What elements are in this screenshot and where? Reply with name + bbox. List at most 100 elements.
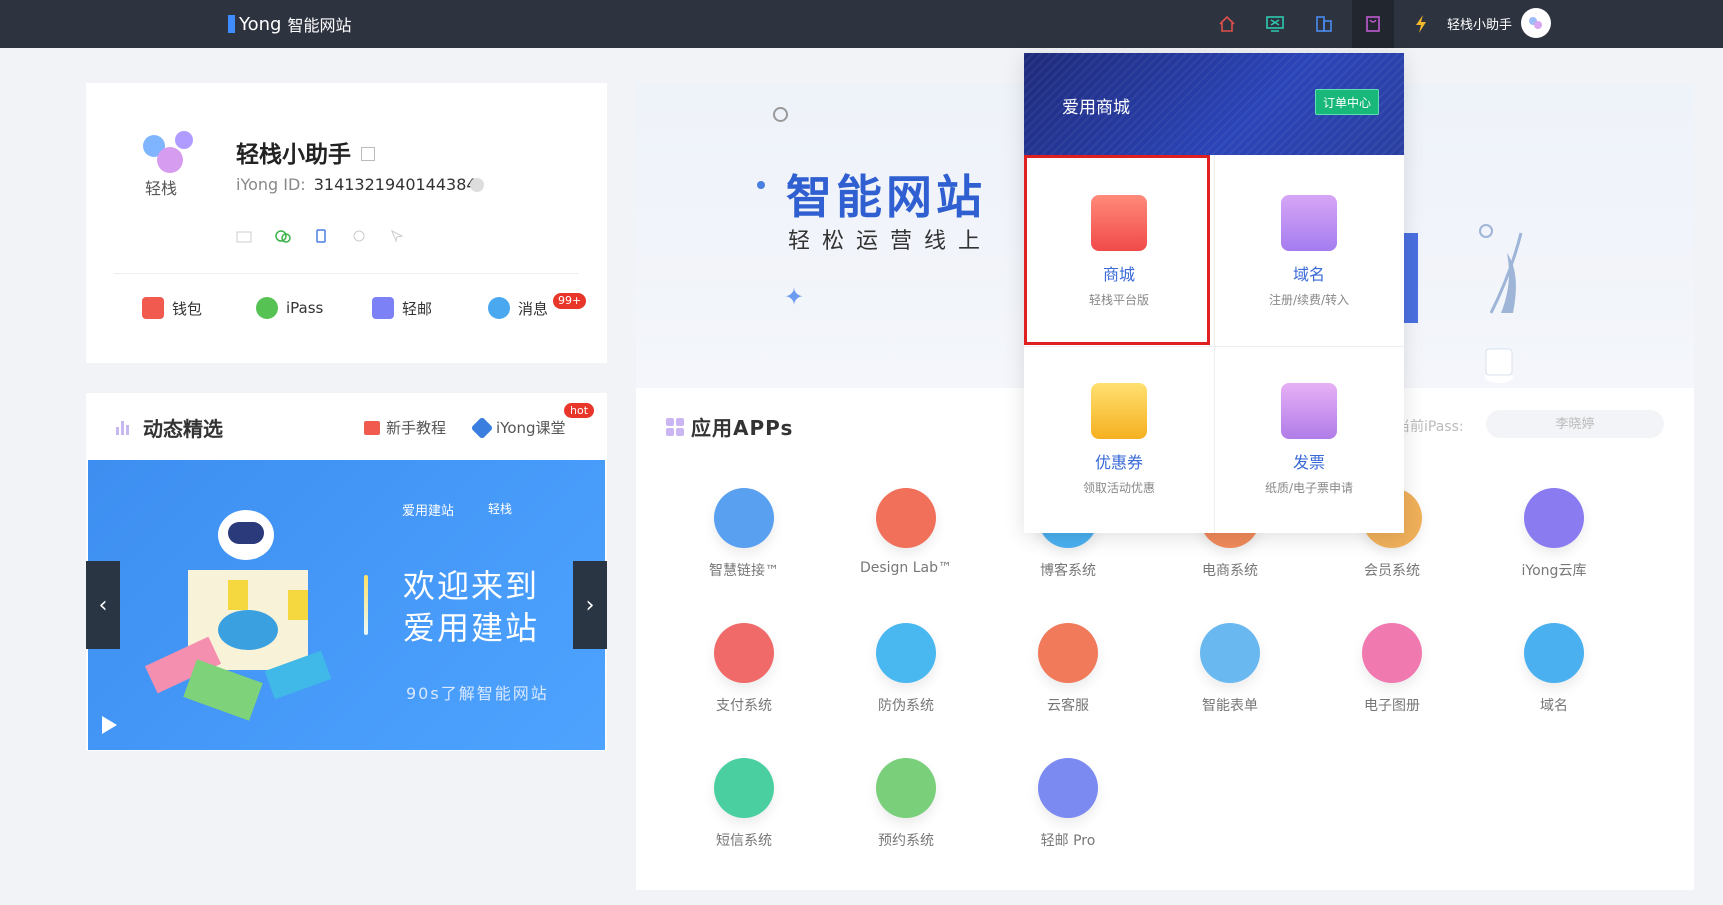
user-avatar[interactable] (1521, 8, 1551, 38)
wallet-icon (142, 297, 164, 319)
app-item[interactable]: 防伪系统 (836, 623, 976, 715)
app-item[interactable]: 智能表单 (1160, 623, 1300, 715)
shop-invoice-title: 发票 (1292, 453, 1325, 472)
bar-chart-icon (116, 419, 134, 435)
ring-decoration (773, 107, 788, 122)
mail-icon (372, 297, 394, 319)
carousel-banner[interactable]: 爱用建站 轻栈 欢迎来到 爱用建站 90s了解智能网站 (88, 460, 605, 750)
app-label: 电商系统 (1202, 563, 1258, 579)
shop-invoice-subtitle: 纸质/电子票申请 (1264, 481, 1354, 495)
phone-icon[interactable] (315, 228, 331, 243)
banner-headline-line-2: 爱用建站 (403, 609, 540, 647)
shop-domain-item[interactable]: 域名 注册/续费/转入 (1214, 155, 1404, 345)
id-label: iYong ID: (236, 175, 306, 194)
site-logo[interactable]: Yong 智能网站 (228, 12, 351, 36)
shop-coupon-title: 优惠券 (1094, 453, 1143, 472)
app-label: Design Lab™ (859, 560, 953, 576)
app-icon (1038, 623, 1098, 683)
id-value: 3141321940144384 (313, 175, 477, 194)
ipass-link[interactable]: iPass (256, 297, 323, 319)
wechat-icon[interactable] (274, 228, 291, 243)
chat-icon (488, 297, 510, 319)
robot-illustration (118, 500, 332, 740)
hero-title: 智能网站 (786, 170, 986, 224)
dot-decoration (757, 181, 765, 189)
tutorial-label: 新手教程 (386, 419, 447, 437)
play-icon[interactable] (102, 716, 117, 734)
lightning-icon[interactable] (1408, 11, 1434, 37)
message-badge: 99+ (553, 293, 587, 309)
app-icon (714, 758, 774, 818)
divider (114, 273, 579, 274)
profile-id: iYong ID: 3141321940144384 (236, 175, 477, 194)
app-label: iYong云库 (1521, 563, 1587, 579)
app-label: 智能表单 (1202, 698, 1258, 714)
tutorial-link[interactable]: 新手教程 (364, 417, 446, 438)
monitor-icon[interactable] (1262, 11, 1288, 37)
app-icon (1200, 623, 1260, 683)
mail-link[interactable]: 轻邮 (372, 297, 432, 319)
company-logo-text: 轻栈 (145, 179, 178, 198)
grid-icon (666, 418, 684, 436)
carousel-prev-button[interactable]: ‹ (86, 561, 120, 649)
app-item[interactable]: 预约系统 (836, 758, 976, 850)
hero-illustration (1396, 224, 1523, 383)
app-icon (714, 623, 774, 683)
message-label: 消息 (518, 299, 549, 318)
shop-invoice-item[interactable]: 发票 纸质/电子票申请 (1214, 343, 1404, 533)
banner-brand: 爱用建站 (402, 504, 455, 519)
selection-highlight (1024, 155, 1210, 345)
edit-icon[interactable] (361, 147, 375, 161)
app-item[interactable]: iYong云库 (1484, 488, 1624, 580)
app-item[interactable]: 云客服 (998, 623, 1138, 715)
app-item[interactable]: 智慧链接™ (674, 488, 814, 580)
app-label: 智慧链接™ (709, 563, 779, 579)
cube-icon (470, 416, 494, 439)
app-label: 电子图册 (1364, 698, 1420, 714)
app-icon (714, 488, 774, 548)
course-label: iYong课堂 (496, 419, 566, 437)
message-link[interactable]: 消息 (488, 297, 548, 319)
app-label: 会员系统 (1364, 563, 1420, 579)
app-icon (876, 488, 936, 548)
banner-brand-2: 轻栈 (488, 502, 513, 516)
app-icon (1524, 488, 1584, 548)
building-icon[interactable] (1311, 11, 1337, 37)
shop-coupon-item[interactable]: 优惠券 领取活动优惠 (1024, 343, 1214, 533)
order-center-button[interactable]: 订单中心 (1315, 89, 1380, 115)
ipass-select[interactable] (1486, 410, 1664, 438)
app-item[interactable]: 短信系统 (674, 758, 814, 850)
pin-icon[interactable] (390, 228, 406, 243)
app-item[interactable]: 域名 (1484, 623, 1624, 715)
banner-headline: 欢迎来到 爱用建站 (403, 565, 539, 649)
app-item[interactable]: 支付系统 (674, 623, 814, 715)
course-link[interactable]: iYong课堂 (470, 416, 566, 439)
app-label: 支付系统 (716, 698, 772, 714)
app-label: 轻邮 Pro (1040, 833, 1096, 849)
app-label: 预约系统 (878, 833, 934, 849)
shop-title: 爱用商城 (1062, 98, 1130, 118)
user-name[interactable]: 轻栈小助手 (1447, 14, 1512, 33)
app-icon (1038, 758, 1098, 818)
id-card-icon[interactable] (236, 228, 252, 243)
app-item[interactable]: 轻邮 Pro (998, 758, 1138, 850)
email-icon[interactable] (352, 228, 368, 242)
home-icon[interactable] (1214, 11, 1240, 37)
company-logo: 轻栈 (133, 125, 203, 205)
wallet-link[interactable]: 钱包 (142, 297, 202, 319)
banner-accent-bar (364, 575, 368, 635)
app-label: 防伪系统 (878, 698, 934, 714)
app-item[interactable]: Design Lab™ (836, 488, 976, 576)
app-icon (1362, 623, 1422, 683)
hot-badge: hot (564, 403, 595, 418)
chevron-left-icon: ‹ (98, 592, 108, 618)
shop-domain-subtitle: 注册/续费/转入 (1268, 293, 1350, 307)
carousel-next-button[interactable]: › (573, 561, 607, 649)
ipass-label: 当前iPass: (1396, 419, 1464, 435)
top-navigation-bar: Yong 智能网站 轻栈小助手 (0, 0, 1723, 48)
mail-label: 轻邮 (402, 299, 433, 318)
shop-icon[interactable] (1352, 0, 1394, 48)
help-icon[interactable] (470, 178, 484, 192)
star-decoration: ✦ (784, 283, 805, 311)
app-item[interactable]: 电子图册 (1322, 623, 1462, 715)
